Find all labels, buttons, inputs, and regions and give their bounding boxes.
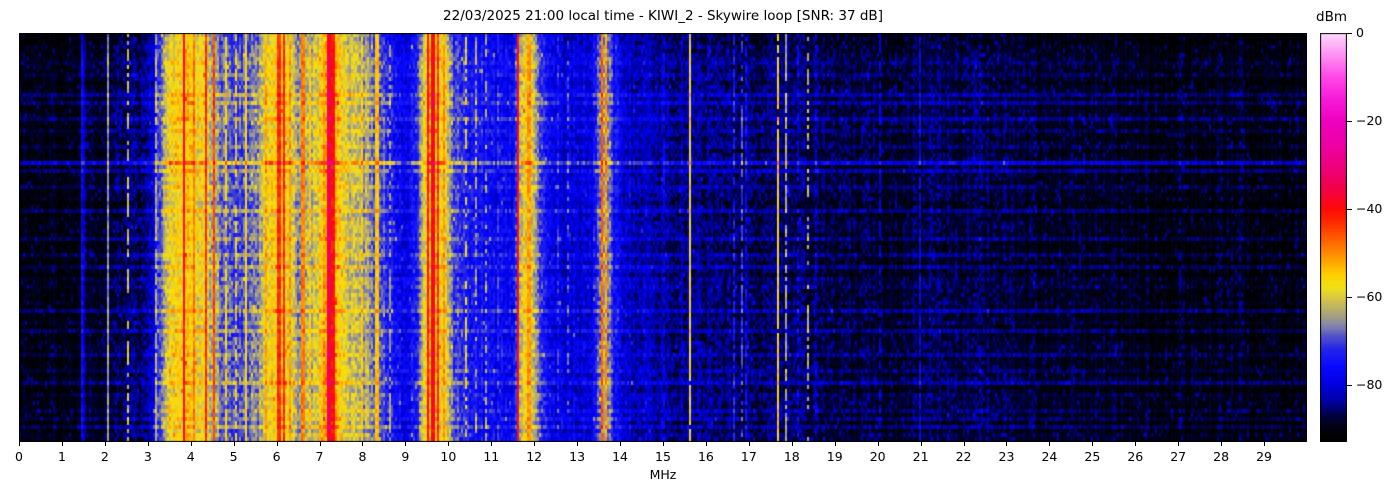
x-axis-tick-label: 8 [358, 449, 367, 464]
colorbar-tick [1347, 296, 1352, 298]
x-axis-tick [104, 442, 106, 446]
x-axis-tick-label: 6 [272, 449, 281, 464]
x-axis-tick [1049, 442, 1051, 446]
x-axis-tick [405, 442, 407, 446]
x-axis-tick-label: 23 [998, 449, 1015, 464]
x-axis-tick [276, 442, 278, 446]
x-axis-tick [877, 442, 879, 446]
x-axis-tick-label: 16 [697, 449, 714, 464]
x-axis-tick [61, 442, 63, 446]
x-axis-tick-label: 28 [1213, 449, 1230, 464]
x-axis-tick [1264, 442, 1266, 446]
chart-title: 22/03/2025 21:00 local time - KIWI_2 - S… [443, 8, 883, 24]
x-axis-tick [1178, 442, 1180, 446]
colorbar-tick-label: −80 [1356, 376, 1383, 392]
x-axis-tick-label: 29 [1256, 449, 1273, 464]
x-axis-tick-label: 21 [912, 449, 929, 464]
x-axis-tick-label: 15 [655, 449, 671, 464]
x-axis-tick [319, 442, 321, 446]
x-axis-tick-label: 2 [100, 449, 109, 464]
x-axis-tick-label: 19 [826, 449, 843, 464]
x-axis-tick [920, 442, 922, 446]
x-axis-tick [1092, 442, 1094, 446]
colorbar-tick-label: −60 [1356, 288, 1383, 304]
x-axis-tick [1221, 442, 1223, 446]
x-axis-tick-label: 10 [440, 449, 457, 464]
x-axis-tick [190, 442, 192, 446]
x-axis-tick-label: 26 [1127, 449, 1144, 464]
x-axis-tick [491, 442, 493, 446]
x-axis-tick [791, 442, 793, 446]
x-axis-tick [834, 442, 836, 446]
colorbar-tick [1347, 384, 1352, 386]
colorbar-label: dBm [1316, 9, 1347, 25]
x-axis-tick-label: 9 [401, 449, 410, 464]
x-axis-tick-label: 14 [612, 449, 629, 464]
x-axis-tick [1006, 442, 1008, 446]
x-axis-tick-label: 17 [740, 449, 757, 464]
x-axis-tick-label: 11 [483, 449, 500, 464]
x-axis-tick [620, 442, 622, 446]
x-axis-tick-label: 12 [526, 449, 543, 464]
spectrogram-figure: 22/03/2025 21:00 local time - KIWI_2 - S… [0, 0, 1400, 500]
colorbar-tick-label: 0 [1356, 25, 1364, 40]
x-axis-tick [448, 442, 450, 446]
colorbar-tick [1347, 33, 1352, 34]
x-axis-tick-label: 7 [315, 449, 324, 464]
x-axis-tick [748, 442, 750, 446]
x-axis-tick-label: 27 [1170, 449, 1187, 464]
colorbar-tick [1347, 120, 1352, 122]
x-axis-tick-label: 5 [229, 449, 238, 464]
x-axis-tick [1135, 442, 1137, 446]
x-axis-label: MHz [649, 467, 677, 482]
x-axis-tick [577, 442, 579, 446]
x-axis-tick [963, 442, 965, 446]
x-axis-tick [705, 442, 707, 446]
x-axis-tick-label: 0 [15, 449, 23, 464]
x-axis-tick-label: 13 [569, 449, 586, 464]
x-axis-tick [663, 442, 664, 446]
x-axis-tick-label: 25 [1084, 449, 1101, 464]
x-axis-tick [147, 442, 149, 446]
x-axis-tick [19, 442, 20, 446]
colorbar-tick [1347, 208, 1352, 210]
x-axis-tick [534, 442, 536, 446]
colorbar-tick-label: −40 [1356, 200, 1383, 216]
x-axis-tick-label: 18 [783, 449, 800, 464]
x-axis-tick [362, 442, 364, 446]
x-axis-tick-label: 22 [955, 449, 972, 464]
x-axis-tick [233, 442, 235, 446]
x-axis-tick-label: 1 [57, 449, 66, 464]
x-axis-tick-label: 20 [869, 449, 886, 464]
colorbar-tick-label: −20 [1356, 112, 1383, 128]
x-axis-tick-label: 4 [186, 449, 195, 464]
colorbar-canvas [1320, 33, 1347, 442]
spectrogram-canvas [19, 33, 1307, 442]
x-axis-tick-label: 3 [143, 449, 152, 464]
x-axis-tick-label: 24 [1041, 449, 1058, 464]
